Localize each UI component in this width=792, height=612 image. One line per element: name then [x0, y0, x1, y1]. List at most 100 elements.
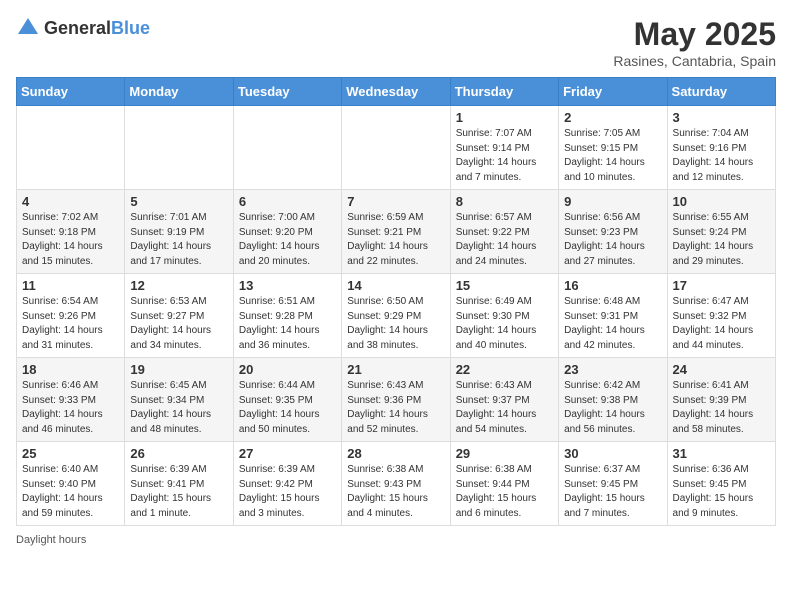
calendar-cell: 30 Sunrise: 6:37 AM Sunset: 9:45 PM Dayli…	[559, 442, 667, 526]
calendar-cell: 4Sunrise: 7:02 AM Sunset: 9:18 PM Daylig…	[17, 190, 125, 274]
day-number: 12	[130, 278, 227, 293]
calendar-header-row: SundayMondayTuesdayWednesdayThursdayFrid…	[17, 78, 776, 106]
day-number: 16	[564, 278, 661, 293]
calendar-week-row: 4Sunrise: 7:02 AM Sunset: 9:18 PM Daylig…	[17, 190, 776, 274]
day-number: 23	[564, 362, 661, 377]
day-info: Sunrise: 6:37 AM Sunset: 9:45 PM Dayligh…	[564, 463, 661, 521]
calendar-week-row: 11Sunrise: 6:54 AM Sunset: 9:26 PM Dayli…	[17, 274, 776, 358]
day-number: 26	[130, 446, 227, 461]
day-info: Sunrise: 7:00 AM Sunset: 9:20 PM Dayligh…	[239, 211, 336, 269]
calendar-cell: 28 Sunrise: 6:38 AM Sunset: 9:43 PM Dayli…	[342, 442, 450, 526]
calendar-cell: 24 Sunrise: 6:41 AM Sunset: 9:39 PM Dayli…	[667, 358, 775, 442]
calendar-cell: 12 Sunrise: 6:53 AM Sunset: 9:27 PM Dayli…	[125, 274, 233, 358]
day-number: 10	[673, 194, 770, 209]
day-number: 14	[347, 278, 444, 293]
calendar-cell: 23 Sunrise: 6:42 AM Sunset: 9:38 PM Dayli…	[559, 358, 667, 442]
calendar-cell: 10 Sunrise: 6:55 AM Sunset: 9:24 PM Dayli…	[667, 190, 775, 274]
calendar-cell: 27 Sunrise: 6:39 AM Sunset: 9:42 PM Dayli…	[233, 442, 341, 526]
weekday-header-sunday: Sunday	[17, 78, 125, 106]
day-number: 27	[239, 446, 336, 461]
day-number: 19	[130, 362, 227, 377]
day-info: Sunrise: 7:01 AM Sunset: 9:19 PM Dayligh…	[130, 211, 227, 269]
day-info: Sunrise: 6:51 AM Sunset: 9:28 PM Dayligh…	[239, 295, 336, 353]
day-info: Sunrise: 6:41 AM Sunset: 9:39 PM Dayligh…	[673, 379, 770, 437]
day-number: 28	[347, 446, 444, 461]
calendar-cell: 16 Sunrise: 6:48 AM Sunset: 9:31 PM Dayli…	[559, 274, 667, 358]
calendar-cell: 21Sunrise: 6:43 AM Sunset: 9:36 PM Dayli…	[342, 358, 450, 442]
day-info: Sunrise: 6:43 AM Sunset: 9:36 PM Dayligh…	[347, 379, 444, 437]
weekday-header-wednesday: Wednesday	[342, 78, 450, 106]
day-number: 1	[456, 110, 553, 125]
calendar-cell: 14 Sunrise: 6:50 AM Sunset: 9:29 PM Dayli…	[342, 274, 450, 358]
day-info: Sunrise: 6:53 AM Sunset: 9:27 PM Dayligh…	[130, 295, 227, 353]
day-number: 30	[564, 446, 661, 461]
calendar-cell: 9 Sunrise: 6:56 AM Sunset: 9:23 PM Daylig…	[559, 190, 667, 274]
day-number: 6	[239, 194, 336, 209]
day-info: Sunrise: 6:38 AM Sunset: 9:43 PM Dayligh…	[347, 463, 444, 521]
day-number: 22	[456, 362, 553, 377]
calendar-cell: 20 Sunrise: 6:44 AM Sunset: 9:35 PM Dayli…	[233, 358, 341, 442]
calendar-cell: 11Sunrise: 6:54 AM Sunset: 9:26 PM Dayli…	[17, 274, 125, 358]
weekday-header-tuesday: Tuesday	[233, 78, 341, 106]
calendar-cell: 1 Sunrise: 7:07 AM Sunset: 9:14 PM Daylig…	[450, 106, 558, 190]
day-number: 29	[456, 446, 553, 461]
day-info: Sunrise: 6:57 AM Sunset: 9:22 PM Dayligh…	[456, 211, 553, 269]
logo-text: GeneralBlue	[44, 18, 150, 39]
day-number: 5	[130, 194, 227, 209]
calendar-cell: 3 Sunrise: 7:04 AM Sunset: 9:16 PM Daylig…	[667, 106, 775, 190]
calendar-cell	[17, 106, 125, 190]
calendar-cell	[233, 106, 341, 190]
day-info: Sunrise: 7:07 AM Sunset: 9:14 PM Dayligh…	[456, 127, 553, 185]
day-number: 15	[456, 278, 553, 293]
calendar-week-row: 18 Sunrise: 6:46 AM Sunset: 9:33 PM Dayli…	[17, 358, 776, 442]
day-number: 31	[673, 446, 770, 461]
calendar-week-row: 1 Sunrise: 7:07 AM Sunset: 9:14 PM Daylig…	[17, 106, 776, 190]
day-number: 3	[673, 110, 770, 125]
day-number: 2	[564, 110, 661, 125]
day-info: Sunrise: 6:43 AM Sunset: 9:37 PM Dayligh…	[456, 379, 553, 437]
day-number: 18	[22, 362, 119, 377]
weekday-header-thursday: Thursday	[450, 78, 558, 106]
day-info: Sunrise: 6:42 AM Sunset: 9:38 PM Dayligh…	[564, 379, 661, 437]
day-info: Sunrise: 6:45 AM Sunset: 9:34 PM Dayligh…	[130, 379, 227, 437]
day-info: Sunrise: 6:56 AM Sunset: 9:23 PM Dayligh…	[564, 211, 661, 269]
calendar-cell: 19 Sunrise: 6:45 AM Sunset: 9:34 PM Dayli…	[125, 358, 233, 442]
calendar-cell: 2 Sunrise: 7:05 AM Sunset: 9:15 PM Daylig…	[559, 106, 667, 190]
day-info: Sunrise: 6:39 AM Sunset: 9:41 PM Dayligh…	[130, 463, 227, 521]
title-block: May 2025 Rasines, Cantabria, Spain	[613, 16, 776, 69]
calendar-cell: 15 Sunrise: 6:49 AM Sunset: 9:30 PM Dayli…	[450, 274, 558, 358]
calendar-cell: 7Sunrise: 6:59 AM Sunset: 9:21 PM Daylig…	[342, 190, 450, 274]
weekday-header-saturday: Saturday	[667, 78, 775, 106]
day-info: Sunrise: 7:02 AM Sunset: 9:18 PM Dayligh…	[22, 211, 119, 269]
calendar-cell: 25Sunrise: 6:40 AM Sunset: 9:40 PM Dayli…	[17, 442, 125, 526]
day-info: Sunrise: 6:55 AM Sunset: 9:24 PM Dayligh…	[673, 211, 770, 269]
logo-icon	[16, 16, 40, 40]
day-number: 25	[22, 446, 119, 461]
day-info: Sunrise: 6:49 AM Sunset: 9:30 PM Dayligh…	[456, 295, 553, 353]
day-info: Sunrise: 6:54 AM Sunset: 9:26 PM Dayligh…	[22, 295, 119, 353]
calendar-cell: 5 Sunrise: 7:01 AM Sunset: 9:19 PM Daylig…	[125, 190, 233, 274]
day-info: Sunrise: 6:48 AM Sunset: 9:31 PM Dayligh…	[564, 295, 661, 353]
day-info: Sunrise: 6:50 AM Sunset: 9:29 PM Dayligh…	[347, 295, 444, 353]
page-header: GeneralBlue May 2025 Rasines, Cantabria,…	[16, 16, 776, 69]
day-number: 24	[673, 362, 770, 377]
month-title: May 2025	[613, 16, 776, 53]
day-info: Sunrise: 7:04 AM Sunset: 9:16 PM Dayligh…	[673, 127, 770, 185]
location-title: Rasines, Cantabria, Spain	[613, 53, 776, 69]
day-info: Sunrise: 6:46 AM Sunset: 9:33 PM Dayligh…	[22, 379, 119, 437]
calendar-cell: 17Sunrise: 6:47 AM Sunset: 9:32 PM Dayli…	[667, 274, 775, 358]
calendar-cell: 26 Sunrise: 6:39 AM Sunset: 9:41 PM Dayli…	[125, 442, 233, 526]
day-info: Sunrise: 6:44 AM Sunset: 9:35 PM Dayligh…	[239, 379, 336, 437]
calendar-cell	[342, 106, 450, 190]
weekday-header-monday: Monday	[125, 78, 233, 106]
day-info: Sunrise: 6:59 AM Sunset: 9:21 PM Dayligh…	[347, 211, 444, 269]
calendar-cell: 22 Sunrise: 6:43 AM Sunset: 9:37 PM Dayli…	[450, 358, 558, 442]
day-number: 20	[239, 362, 336, 377]
calendar-cell	[125, 106, 233, 190]
day-info: Sunrise: 6:39 AM Sunset: 9:42 PM Dayligh…	[239, 463, 336, 521]
calendar-cell: 29Sunrise: 6:38 AM Sunset: 9:44 PM Dayli…	[450, 442, 558, 526]
footer-note: Daylight hours	[16, 534, 776, 546]
day-info: Sunrise: 7:05 AM Sunset: 9:15 PM Dayligh…	[564, 127, 661, 185]
calendar-cell: 31Sunrise: 6:36 AM Sunset: 9:45 PM Dayli…	[667, 442, 775, 526]
day-number: 9	[564, 194, 661, 209]
